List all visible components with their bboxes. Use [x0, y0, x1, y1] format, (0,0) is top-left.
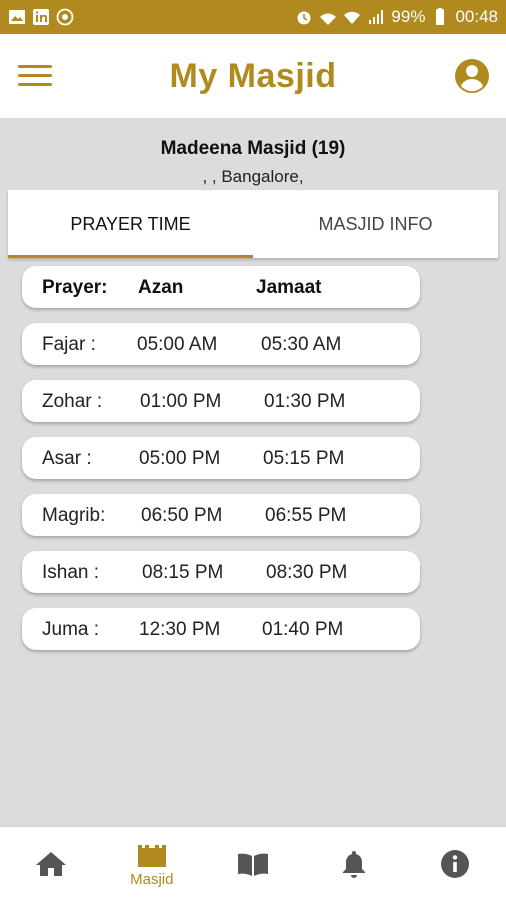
info-icon	[441, 849, 470, 878]
azan-time: 01:00 PM	[140, 391, 222, 412]
azan-time: 05:00 PM	[139, 448, 221, 469]
table-row: Juma : 12:30 PM 01:40 PM	[22, 608, 420, 650]
prayer-name: Juma :	[42, 619, 100, 640]
hamburger-menu-icon[interactable]	[18, 62, 54, 90]
battery-icon	[431, 8, 449, 26]
bell-icon	[343, 850, 366, 878]
masjid-name: Madeena Masjid (19)	[160, 138, 346, 159]
prayer-name: Zohar :	[42, 391, 103, 412]
vowifi-icon	[319, 8, 337, 26]
prayer-name: Ishan :	[42, 562, 100, 583]
linkedin-icon	[32, 8, 50, 26]
book-icon	[238, 853, 268, 876]
tab-bar: PRAYER TIME MASJID INFO	[8, 190, 498, 258]
alarm-icon	[295, 8, 313, 26]
masjid-header: Madeena Masjid (19) , , Bangalore,	[0, 118, 506, 190]
nav-masjid[interactable]: Masjid	[101, 827, 202, 900]
page-title: My Masjid	[169, 56, 337, 95]
azan-time: 05:00 AM	[137, 334, 218, 355]
gallery-icon	[8, 8, 26, 26]
nav-label-masjid: Masjid	[130, 871, 174, 888]
nav-book[interactable]	[202, 827, 303, 900]
account-circle-icon[interactable]	[454, 58, 490, 94]
jamaat-time: 01:30 PM	[264, 391, 346, 412]
clock: 00:48	[455, 7, 498, 26]
table-header-row: Prayer: Azan Jamaat	[22, 266, 420, 308]
table-row: Fajar : 05:00 AM 05:30 AM	[22, 323, 420, 365]
app-bar: My Masjid	[0, 34, 506, 118]
jamaat-time: 05:30 AM	[261, 334, 342, 355]
jamaat-time: 06:55 PM	[265, 505, 347, 526]
header-jamaat: Jamaat	[256, 277, 322, 298]
whatsapp-icon	[56, 8, 74, 26]
prayer-name: Fajar :	[42, 334, 96, 355]
nav-home[interactable]	[0, 827, 101, 900]
table-row: Magrib: 06:50 PM 06:55 PM	[22, 494, 420, 536]
header-azan: Azan	[138, 277, 184, 298]
status-bar: 99% 00:48	[0, 0, 506, 34]
table-row: Zohar : 01:00 PM 01:30 PM	[22, 380, 420, 422]
azan-time: 12:30 PM	[139, 619, 221, 640]
tab-masjid-info[interactable]: MASJID INFO	[253, 190, 498, 258]
bottom-nav: Masjid	[0, 826, 506, 900]
tab-prayer-time[interactable]: PRAYER TIME	[8, 190, 253, 258]
azan-time: 08:15 PM	[142, 562, 224, 583]
azan-time: 06:50 PM	[141, 505, 223, 526]
home-icon	[35, 851, 66, 876]
header-prayer: Prayer:	[42, 277, 108, 298]
battery-percent: 99%	[391, 7, 426, 26]
table-row: Ishan : 08:15 PM 08:30 PM	[22, 551, 420, 593]
signal-icon	[367, 8, 385, 26]
masjid-address: , , Bangalore,	[202, 167, 304, 186]
prayer-name: Asar :	[42, 448, 92, 469]
nav-info[interactable]	[405, 827, 506, 900]
prayer-name: Magrib:	[42, 505, 106, 526]
masjid-icon	[137, 845, 166, 867]
jamaat-time: 08:30 PM	[266, 562, 348, 583]
wifi-icon	[343, 8, 361, 26]
jamaat-time: 05:15 PM	[263, 448, 345, 469]
nav-notifications[interactable]	[304, 827, 405, 900]
jamaat-time: 01:40 PM	[262, 619, 344, 640]
table-row: Asar : 05:00 PM 05:15 PM	[22, 437, 420, 479]
